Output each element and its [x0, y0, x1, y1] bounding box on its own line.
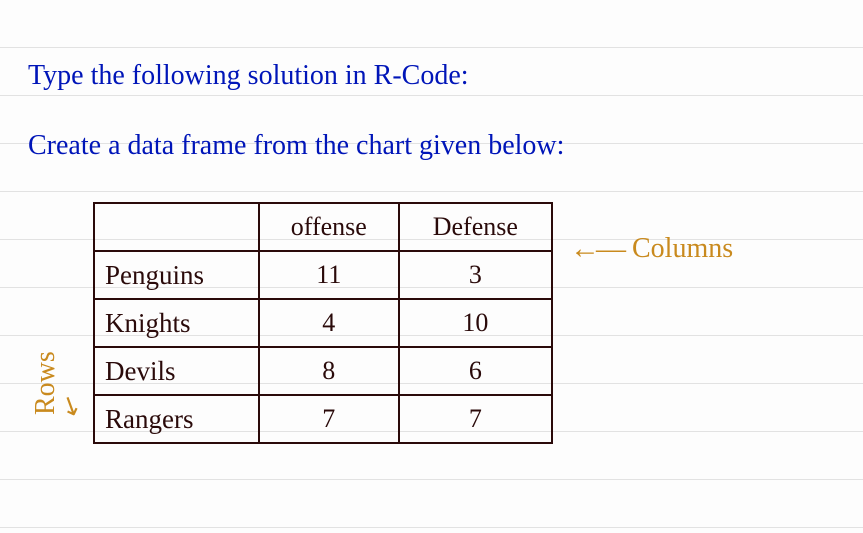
cell-value: 8	[259, 347, 399, 395]
cell-value: 3	[399, 251, 552, 299]
cell-value: 10	[399, 299, 552, 347]
table-row: Rangers 7 7	[94, 395, 552, 443]
table-row: Knights 4 10	[94, 299, 552, 347]
row-label-penguins: Penguins	[94, 251, 259, 299]
prompt-line-2: Create a data frame from the chart given…	[28, 130, 835, 162]
table-row: Penguins 11 3	[94, 251, 552, 299]
rows-label: Rows	[30, 351, 62, 415]
row-label-rangers: Rangers	[94, 395, 259, 443]
prompt-line-1: Type the following solution in R-Code:	[28, 60, 835, 92]
cell-value: 7	[259, 395, 399, 443]
table-header-row: offense Defense	[94, 203, 552, 251]
chart-table: offense Defense Penguins 11 3 Knights 4 …	[93, 202, 553, 444]
row-label-knights: Knights	[94, 299, 259, 347]
cell-value: 6	[399, 347, 552, 395]
table-row: Devils 8 6	[94, 347, 552, 395]
content-area: Type the following solution in R-Code: C…	[0, 0, 863, 444]
cell-value: 7	[399, 395, 552, 443]
chart-table-wrap: offense Defense Penguins 11 3 Knights 4 …	[93, 202, 553, 444]
columns-label: Columns	[632, 233, 733, 265]
left-arrow-icon: ←—	[570, 232, 622, 266]
cell-value: 11	[259, 251, 399, 299]
columns-annotation: ←— Columns	[570, 232, 733, 266]
row-label-devils: Devils	[94, 347, 259, 395]
table-corner-cell	[94, 203, 259, 251]
col-header-offense: offense	[259, 203, 399, 251]
cell-value: 4	[259, 299, 399, 347]
col-header-defense: Defense	[399, 203, 552, 251]
